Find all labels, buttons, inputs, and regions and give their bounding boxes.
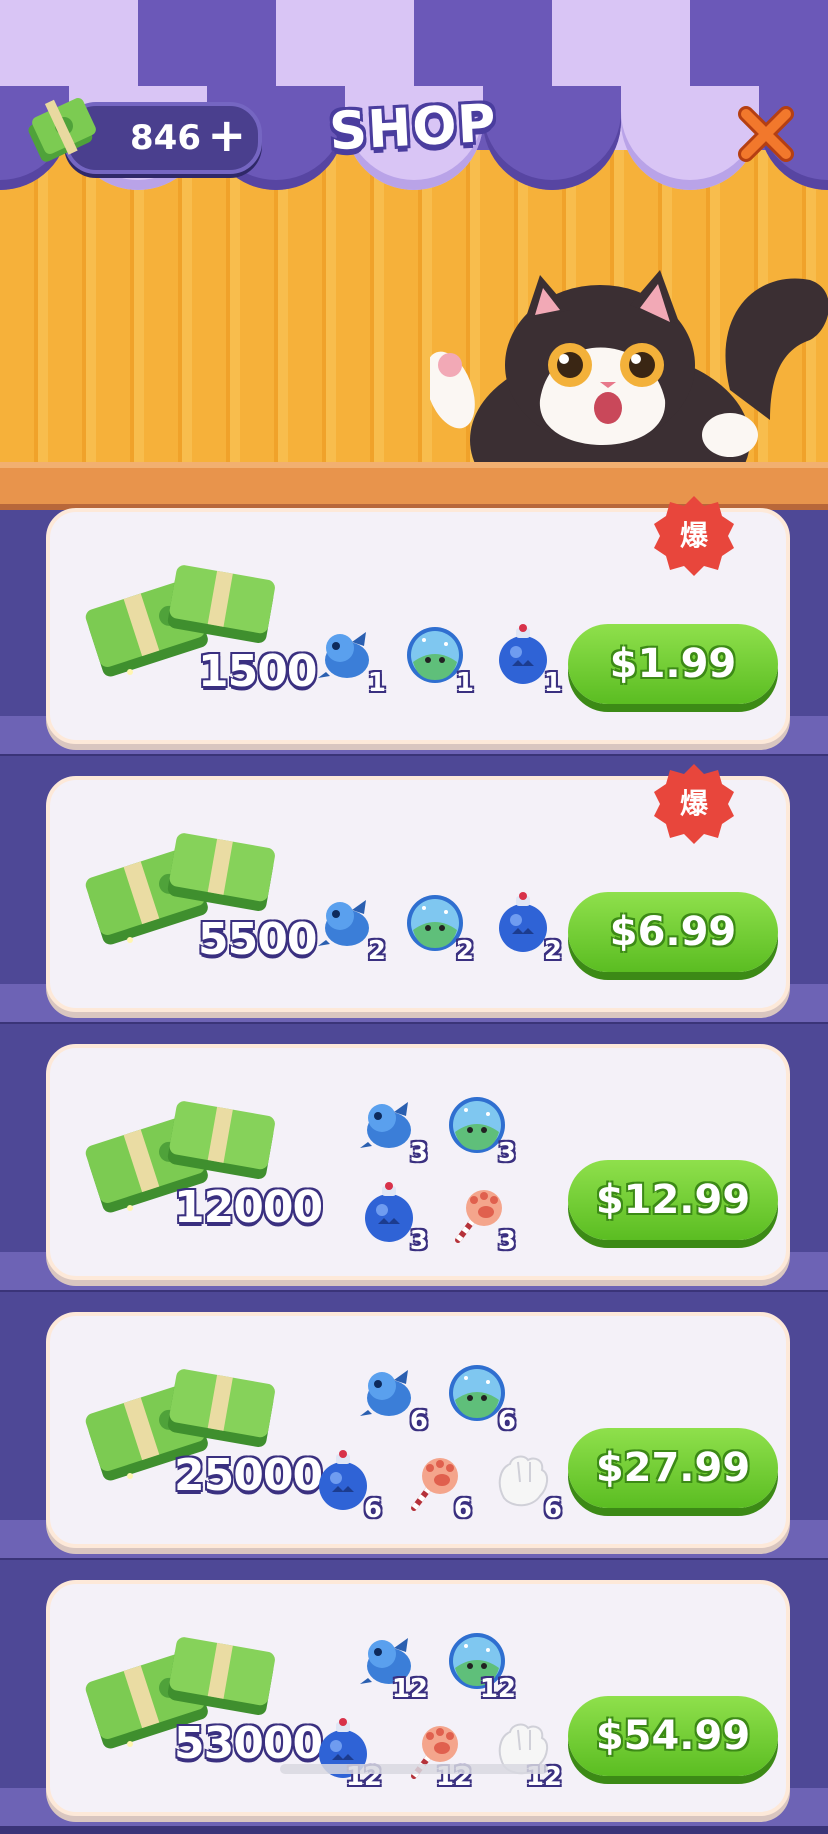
product-amount: 5500 bbox=[198, 914, 317, 965]
bonus-item: 2 bbox=[402, 890, 474, 966]
buy-button[interactable]: $27.99 bbox=[568, 1428, 778, 1508]
bonus-item: 6 bbox=[356, 1360, 428, 1436]
bonus-item: 12 bbox=[356, 1628, 428, 1704]
bonus-item-count: 1 bbox=[367, 668, 386, 698]
bonus-item-count: 2 bbox=[455, 936, 474, 966]
bonus-item-count: 3 bbox=[497, 1138, 516, 1168]
bonus-item-count: 3 bbox=[409, 1226, 428, 1256]
bonus-item: 1 bbox=[314, 622, 386, 698]
cash-bundle-icon bbox=[28, 98, 96, 162]
product-amount: 1500 bbox=[198, 646, 317, 697]
product-card: 12000 3 3 3 3 $12.99 bbox=[46, 1044, 790, 1280]
bonus-item: 6 bbox=[444, 1360, 516, 1436]
hot-deal-badge: 爆 bbox=[652, 762, 736, 846]
buy-button[interactable]: $12.99 bbox=[568, 1160, 778, 1240]
currency-amount: 846 bbox=[130, 118, 201, 158]
bonus-item-count: 3 bbox=[409, 1138, 428, 1168]
bonus-item-count: 6 bbox=[453, 1494, 472, 1524]
bonus-item: 6 bbox=[400, 1448, 472, 1524]
bonus-item: 6 bbox=[490, 1448, 562, 1524]
bonus-item-count: 6 bbox=[363, 1494, 382, 1524]
close-icon[interactable] bbox=[736, 104, 796, 164]
bonus-item: 1 bbox=[402, 622, 474, 698]
product-amount: 53000 bbox=[174, 1718, 323, 1769]
bonus-item-count: 12 bbox=[479, 1674, 516, 1704]
bonus-item: 2 bbox=[314, 890, 386, 966]
hot-deal-label: 爆 bbox=[679, 787, 708, 820]
bonus-item-count: 6 bbox=[409, 1406, 428, 1436]
bonus-item-count: 2 bbox=[367, 936, 386, 966]
hot-deal-label: 爆 bbox=[679, 519, 708, 552]
bonus-item: 12 bbox=[444, 1628, 516, 1704]
product-card: 25000 6 6 6 6 6 $27.99 bbox=[46, 1312, 790, 1548]
bonus-item: 3 bbox=[444, 1180, 516, 1256]
bonus-item: 2 bbox=[490, 890, 562, 966]
home-indicator[interactable] bbox=[280, 1764, 548, 1774]
product-amount: 25000 bbox=[174, 1450, 323, 1501]
hot-deal-badge: 爆 bbox=[652, 494, 736, 578]
product-amount: 12000 bbox=[174, 1182, 323, 1233]
bonus-item: 1 bbox=[490, 622, 562, 698]
bonus-item-count: 3 bbox=[497, 1226, 516, 1256]
bonus-item: 3 bbox=[356, 1092, 428, 1168]
bonus-item-count: 6 bbox=[543, 1494, 562, 1524]
add-currency-button[interactable]: + bbox=[207, 108, 246, 162]
cat-mascot-illustration bbox=[430, 270, 828, 470]
bonus-item: 3 bbox=[444, 1092, 516, 1168]
buy-button[interactable]: $54.99 bbox=[568, 1696, 778, 1776]
page-title: SHOP bbox=[327, 93, 499, 163]
bonus-item-count: 2 bbox=[543, 936, 562, 966]
bonus-item: 6 bbox=[310, 1448, 382, 1524]
bonus-item-count: 6 bbox=[497, 1406, 516, 1436]
product-card: 53000 12 12 12 12 12 $54.99 bbox=[46, 1580, 790, 1816]
bonus-item-count: 12 bbox=[391, 1674, 428, 1704]
buy-button[interactable]: $6.99 bbox=[568, 892, 778, 972]
bonus-item-count: 1 bbox=[543, 668, 562, 698]
buy-button[interactable]: $1.99 bbox=[568, 624, 778, 704]
bonus-item: 3 bbox=[356, 1180, 428, 1256]
bonus-item-count: 1 bbox=[455, 668, 474, 698]
